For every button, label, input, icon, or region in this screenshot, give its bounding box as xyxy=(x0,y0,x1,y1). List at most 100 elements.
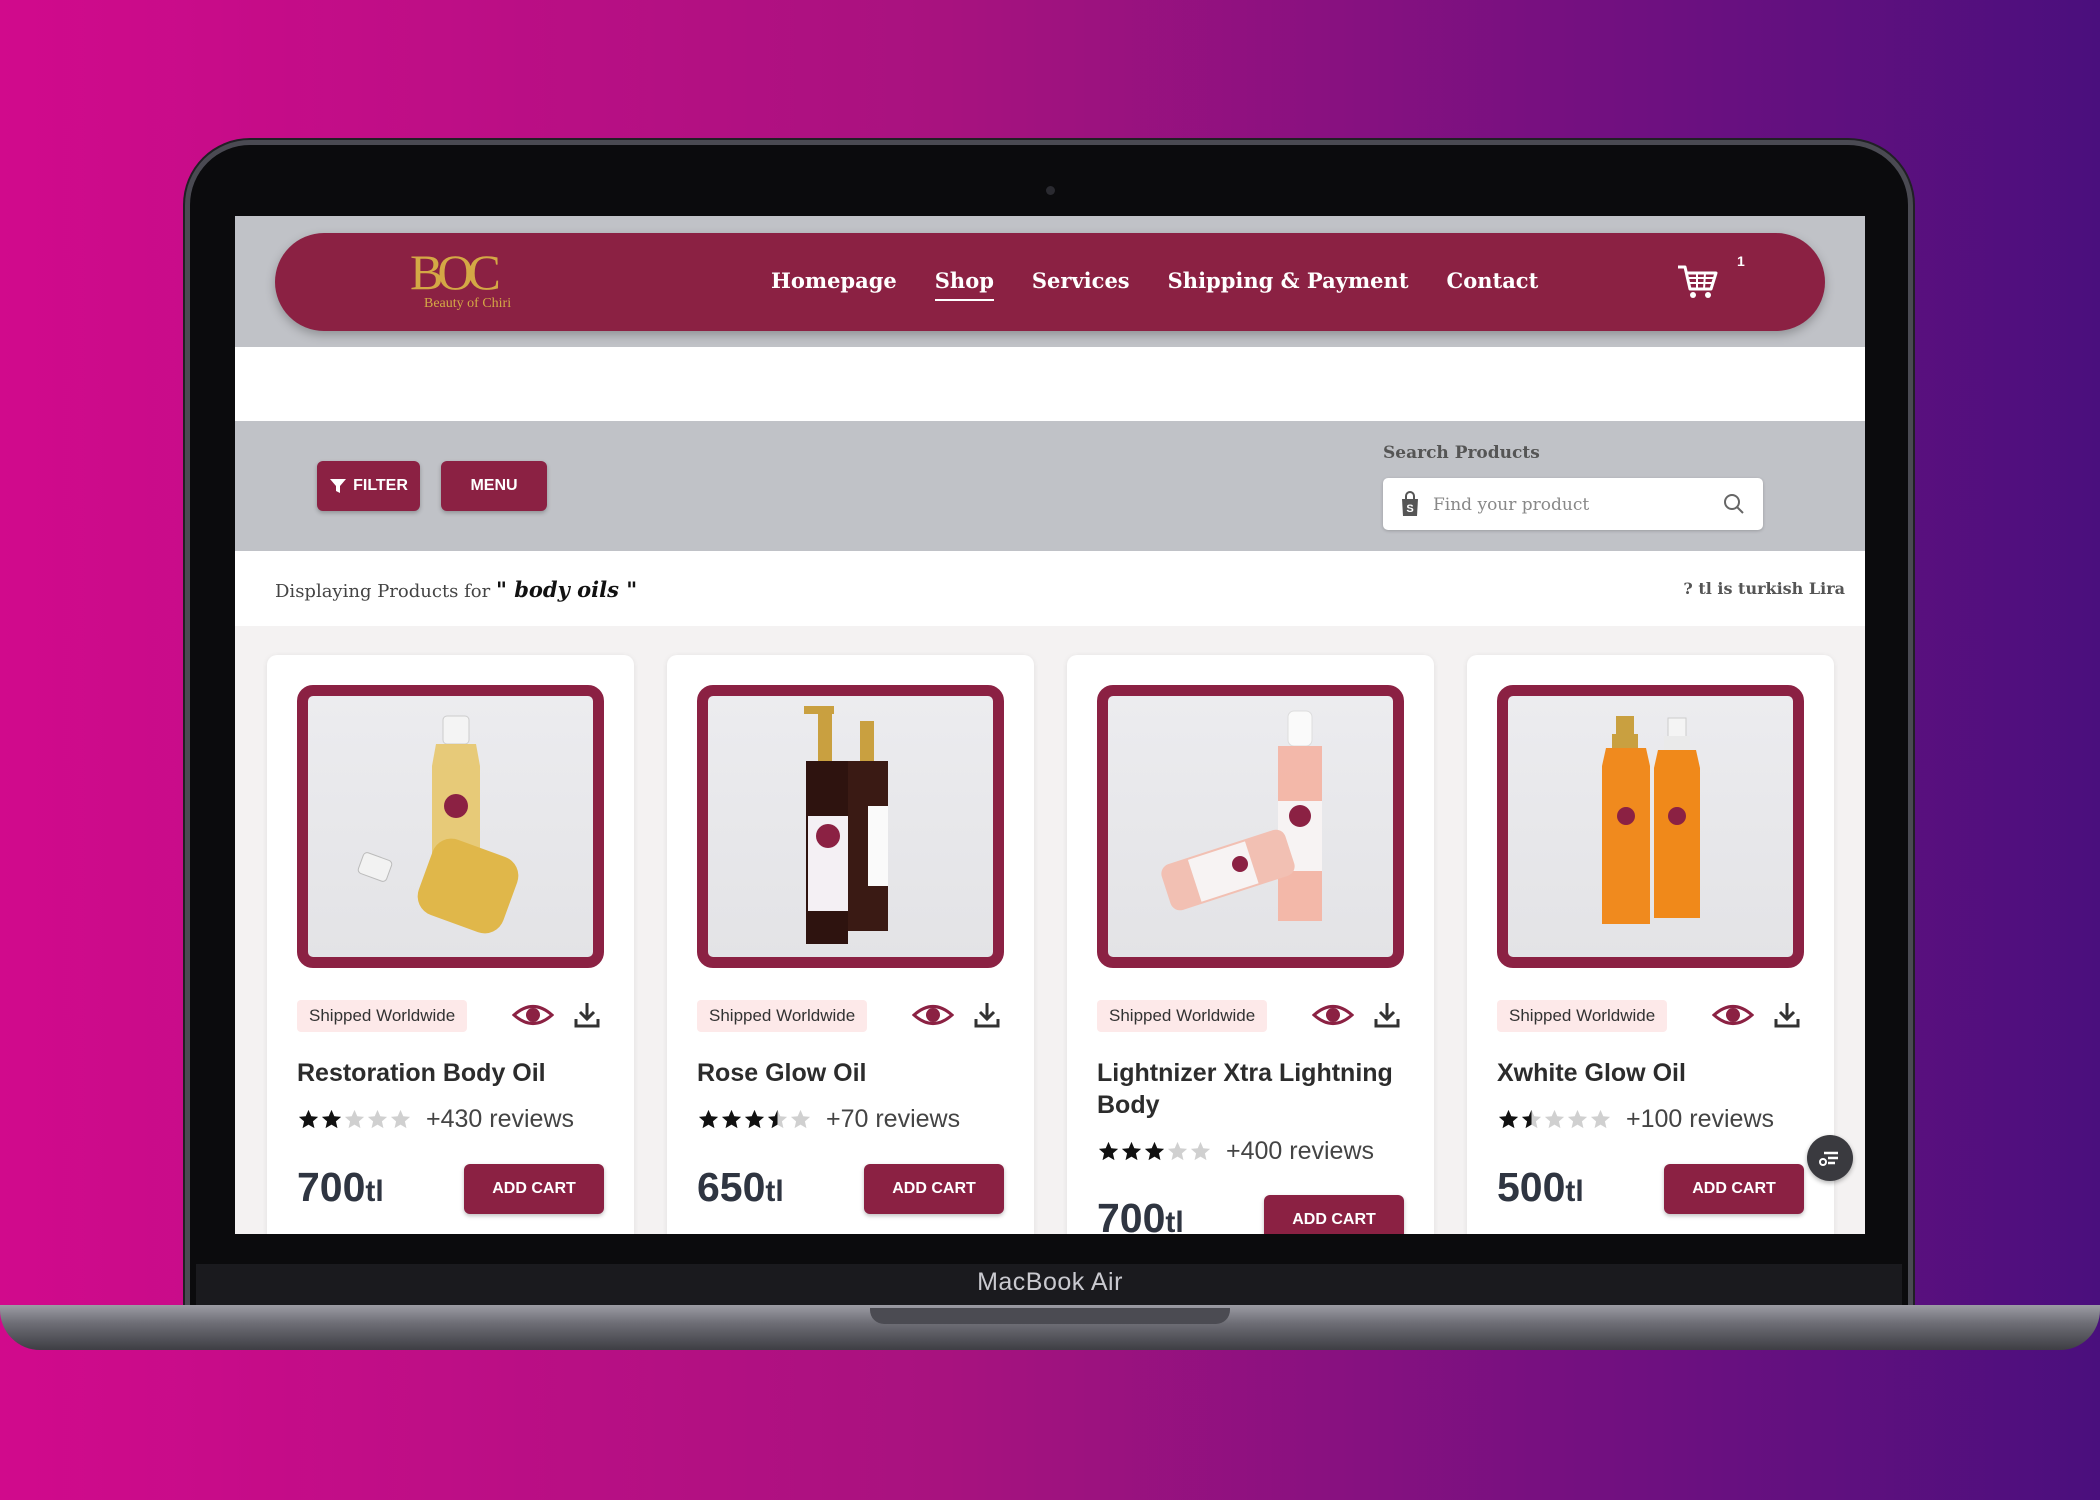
laptop-model-label: MacBook Air xyxy=(977,1268,1123,1296)
star-icon xyxy=(390,1109,411,1129)
filter-label: FILTER xyxy=(353,477,408,494)
star-icon xyxy=(1190,1141,1211,1161)
results-prefix: Displaying Products for xyxy=(275,581,496,602)
product-price: 700tl xyxy=(1097,1195,1184,1234)
star-icon xyxy=(1098,1141,1119,1161)
logo-subtitle: Beauty of Chiri xyxy=(424,296,512,311)
shopping-bag-icon: S xyxy=(1402,491,1418,516)
price-value: 500 xyxy=(1497,1164,1566,1210)
star-rating xyxy=(1497,1108,1612,1131)
review-count[interactable]: +430 reviews xyxy=(426,1105,574,1134)
eye-icon[interactable] xyxy=(512,1000,554,1030)
menu-button[interactable]: MENU xyxy=(441,461,547,511)
product-price: 500tl xyxy=(1497,1164,1584,1211)
product-card: Shipped Worldwide Xwhite Glow Oil +100 r… xyxy=(1467,655,1834,1234)
search-box: S xyxy=(1383,478,1763,530)
brand-logo[interactable]: BOC Beauty of Chiri xyxy=(410,243,540,319)
product-name[interactable]: Restoration Body Oil xyxy=(297,1057,612,1089)
star-icon xyxy=(367,1109,388,1129)
add-cart-button[interactable]: ADD CART xyxy=(1264,1195,1404,1234)
download-icon[interactable] xyxy=(574,1001,600,1029)
product-name[interactable]: Xwhite Glow Oil xyxy=(1497,1057,1812,1089)
menu-label: MENU xyxy=(470,477,518,494)
browser-screen: BOC Beauty of Chiri Homepage Shop Servic… xyxy=(235,216,1865,1234)
review-count[interactable]: +400 reviews xyxy=(1226,1137,1374,1166)
price-unit: tl xyxy=(365,1175,384,1208)
list-settings-icon xyxy=(1819,1151,1838,1166)
add-cart-button[interactable]: ADD CART xyxy=(464,1164,604,1214)
star-icon xyxy=(298,1109,319,1129)
nav-link-homepage[interactable]: Homepage xyxy=(771,268,897,301)
nav-link-shipping-payment[interactable]: Shipping & Payment xyxy=(1168,268,1409,301)
product-name[interactable]: Rose Glow Oil xyxy=(697,1057,1012,1089)
product-photo xyxy=(804,706,888,944)
nav-link-services[interactable]: Services xyxy=(1032,268,1130,301)
review-count[interactable]: +100 reviews xyxy=(1626,1105,1774,1134)
star-icon xyxy=(1521,1109,1542,1129)
product-image[interactable] xyxy=(1497,685,1804,968)
filter-icon xyxy=(330,479,347,493)
product-price: 650tl xyxy=(697,1164,784,1211)
nav-link-contact[interactable]: Contact xyxy=(1447,268,1539,301)
star-icon xyxy=(1121,1141,1142,1161)
download-icon[interactable] xyxy=(1374,1001,1400,1029)
download-icon[interactable] xyxy=(1774,1001,1800,1029)
price-value: 700 xyxy=(1097,1195,1166,1234)
camera-dot xyxy=(1046,186,1055,195)
star-icon xyxy=(1498,1109,1519,1129)
star-icon xyxy=(1567,1109,1588,1129)
results-caption: Displaying Products for " body oils " xyxy=(275,577,637,602)
product-name[interactable]: Lightnizer Xtra Lightning Body xyxy=(1097,1057,1412,1121)
cart-icon[interactable] xyxy=(1675,261,1719,301)
add-cart-label: ADD CART xyxy=(1292,1211,1376,1228)
product-rating: +430 reviews xyxy=(297,1105,574,1134)
shipping-badge: Shipped Worldwide xyxy=(697,1000,868,1032)
add-cart-button[interactable]: ADD CART xyxy=(864,1164,1004,1214)
add-cart-button[interactable]: ADD CART xyxy=(1664,1164,1804,1214)
price-value: 700 xyxy=(297,1164,366,1210)
eye-icon[interactable] xyxy=(1712,1000,1754,1030)
star-icon xyxy=(1544,1109,1565,1129)
shipping-badge: Shipped Worldwide xyxy=(297,1000,468,1032)
filter-bar: FILTER MENU Search Products S xyxy=(235,421,1865,551)
product-card: Shipped Worldwide Rose Glow Oil +70 revi… xyxy=(667,655,1034,1234)
product-image[interactable] xyxy=(697,685,1004,968)
star-icon xyxy=(721,1109,742,1129)
spacer-strip xyxy=(235,347,1865,421)
add-cart-label: ADD CART xyxy=(1692,1180,1776,1197)
nav-link-shop[interactable]: Shop xyxy=(934,268,994,301)
product-card: Shipped Worldwide Restoration Body Oil +… xyxy=(267,655,634,1234)
product-image[interactable] xyxy=(297,685,604,968)
add-cart-label: ADD CART xyxy=(492,1180,576,1197)
star-rating xyxy=(1097,1140,1212,1163)
product-photo xyxy=(1161,710,1322,921)
star-icon xyxy=(698,1109,719,1129)
search-input[interactable] xyxy=(1431,488,1715,522)
star-icon xyxy=(1144,1141,1165,1161)
cart-count-badge: 1 xyxy=(1737,253,1745,269)
shipping-badge: Shipped Worldwide xyxy=(1097,1000,1268,1032)
star-icon xyxy=(321,1109,342,1129)
price-unit: tl xyxy=(1565,1175,1584,1208)
star-icon xyxy=(790,1109,811,1129)
eye-icon[interactable] xyxy=(912,1000,954,1030)
price-unit: tl xyxy=(765,1175,784,1208)
search-label: Search Products xyxy=(1383,443,1540,463)
product-image[interactable] xyxy=(1097,685,1404,968)
product-card: Shipped Worldwide Lightnizer Xtra Lightn… xyxy=(1067,655,1434,1234)
side-panel-toggle[interactable] xyxy=(1807,1135,1853,1181)
product-price: 700tl xyxy=(297,1164,384,1211)
review-count[interactable]: +70 reviews xyxy=(826,1105,960,1134)
price-value: 650 xyxy=(697,1164,766,1210)
download-icon[interactable] xyxy=(974,1001,1000,1029)
star-rating xyxy=(297,1108,412,1131)
filter-button[interactable]: FILTER xyxy=(317,461,420,511)
currency-note: ? tl is turkish Lira xyxy=(1683,579,1845,598)
star-icon xyxy=(744,1109,765,1129)
nav-links: Homepage Shop Services Shipping & Paymen… xyxy=(771,268,1538,301)
search-icon[interactable] xyxy=(1723,493,1745,515)
results-header: Displaying Products for " body oils " ? … xyxy=(235,551,1865,626)
product-grid: Shipped Worldwide Restoration Body Oil +… xyxy=(235,626,1865,1234)
star-icon xyxy=(344,1109,365,1129)
eye-icon[interactable] xyxy=(1312,1000,1354,1030)
